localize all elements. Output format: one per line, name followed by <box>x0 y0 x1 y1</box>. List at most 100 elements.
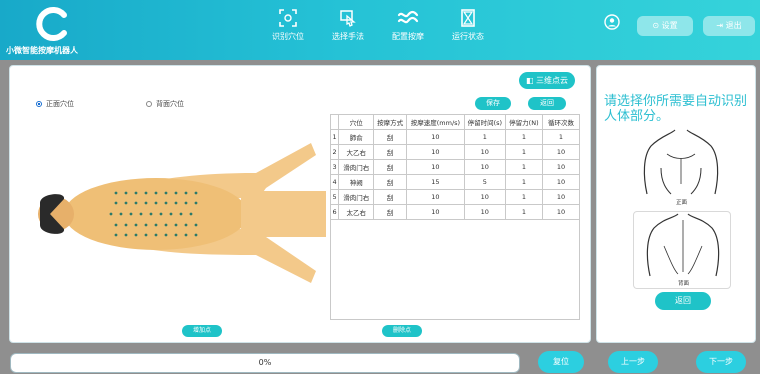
table-cell: 1 <box>504 174 543 190</box>
table-header-row: 穴位 按摩方式 按摩速度(mm/s) 停留时间(s) 停留力(N) 循环次数 <box>329 114 581 130</box>
table-cell: 刮 <box>373 189 408 205</box>
torso <box>64 178 248 250</box>
table-cell: 神阙 <box>338 174 375 190</box>
nav-label: 配置按摩 <box>392 32 424 41</box>
prev-step-button[interactable]: 上一步 <box>608 351 658 373</box>
next-step-button[interactable]: 下一步 <box>696 351 746 373</box>
front-body-option[interactable]: 正面 <box>631 128 731 208</box>
settings-button[interactable]: ⊙ 设置 <box>637 16 693 36</box>
point-cloud-3d-button[interactable]: ◧ 三维点云 <box>519 72 575 89</box>
table-header <box>329 114 340 130</box>
table-cell: 4 <box>329 174 340 190</box>
nav-select-technique[interactable]: 选择手法 <box>318 4 378 56</box>
app-logo-icon <box>36 7 67 41</box>
table-cell: 10 <box>541 204 581 220</box>
nav-label: 运行状态 <box>452 32 484 41</box>
body-part-prompt: 请选择你所需要自动识别人体部分。 <box>604 94 748 124</box>
right-return-button[interactable]: 返回 <box>655 292 711 310</box>
table-cell: 1 <box>463 129 506 145</box>
table-cell: 2 <box>329 144 340 160</box>
nav-configure-massage[interactable]: 配置按摩 <box>378 4 438 56</box>
table-header: 停留力(N) <box>504 114 543 130</box>
return-button[interactable]: 返回 <box>528 97 566 110</box>
progress-bar: 0% <box>10 353 520 373</box>
back-torso-icon <box>646 213 720 277</box>
add-point-button[interactable]: 增加点 <box>182 325 222 337</box>
table-cell: 刮 <box>373 159 408 175</box>
table-cell: 5 <box>329 189 340 205</box>
table-cell: 3 <box>329 159 340 175</box>
radio-selected-icon <box>36 101 42 107</box>
progress-value: 0% <box>258 358 272 367</box>
hand-touch-icon <box>340 10 356 27</box>
table-cell: 10 <box>406 159 465 175</box>
top-bar: 小微智能按摩机器人 识别穴位 选择手法 配置按摩 运行状态 ⊙ 设置 ⇥ 退出 <box>0 0 760 60</box>
logout-icon: ⇥ <box>716 21 724 30</box>
radio-front-acupoints[interactable]: 正面穴位 <box>36 99 74 109</box>
hourglass-icon <box>461 9 475 27</box>
settings-icon: ⊙ <box>652 21 660 30</box>
table-cell: 滑肉门右 <box>338 159 375 175</box>
table-cell: 1 <box>504 144 543 160</box>
table-cell: 1 <box>504 189 543 205</box>
acupoint-scan-icon <box>279 9 297 27</box>
nav-run-status[interactable]: 运行状态 <box>438 4 498 56</box>
delete-point-button[interactable]: 删除点 <box>382 325 422 337</box>
table-header: 穴位 <box>338 114 375 130</box>
point-cloud-3d-label: 三维点云 <box>536 76 569 85</box>
table-row[interactable]: 1 肺俞 刮 10 1 1 1 <box>329 129 581 145</box>
table-cell: 刮 <box>373 174 408 190</box>
table-cell: 10 <box>541 144 581 160</box>
table-cell: 5 <box>463 174 506 190</box>
table-row[interactable]: 4 神阙 刮 15 5 1 10 <box>329 174 581 190</box>
wave-icon <box>397 10 419 24</box>
acupoint-table: 穴位 按摩方式 按摩速度(mm/s) 停留时间(s) 停留力(N) 循环次数 1… <box>329 114 581 220</box>
table-cell: 刮 <box>373 204 408 220</box>
table-cell: 太乙右 <box>338 204 375 220</box>
table-cell: 10 <box>463 204 506 220</box>
table-row[interactable]: 6 太乙右 刮 10 10 1 10 <box>329 204 581 220</box>
brand-name: 小微智能按摩机器人 <box>6 46 78 55</box>
save-button[interactable]: 保存 <box>475 97 511 110</box>
table-cell: 刮 <box>373 144 408 160</box>
table-cell: 10 <box>541 174 581 190</box>
nav-label: 选择手法 <box>332 32 364 41</box>
table-cell: 肺俞 <box>338 129 375 145</box>
back-label: 背面 <box>678 281 690 287</box>
radio-front-label: 正面穴位 <box>46 100 74 108</box>
table-cell: 1 <box>541 129 581 145</box>
table-cell: 15 <box>406 174 465 190</box>
table-header: 停留时间(s) <box>463 114 506 130</box>
table-cell: 10 <box>406 129 465 145</box>
cube-icon: ◧ <box>525 76 534 85</box>
radio-unselected-icon <box>146 101 152 107</box>
reset-button[interactable]: 复位 <box>538 351 584 373</box>
table-cell: 滑肉门右 <box>338 189 375 205</box>
radio-back-label: 背面穴位 <box>156 100 184 108</box>
table-header: 按摩方式 <box>373 114 408 130</box>
table-row[interactable]: 3 滑肉门右 刮 10 10 1 10 <box>329 159 581 175</box>
nav-label: 识别穴位 <box>272 32 304 41</box>
table-cell: 1 <box>504 159 543 175</box>
table-cell: 10 <box>541 159 581 175</box>
table-cell: 10 <box>406 144 465 160</box>
table-cell: 刮 <box>373 129 408 145</box>
user-avatar-icon[interactable] <box>604 14 620 30</box>
table-cell: 10 <box>406 189 465 205</box>
table-cell: 1 <box>329 129 340 145</box>
table-cell: 1 <box>504 129 543 145</box>
table-cell: 10 <box>463 144 506 160</box>
nav-recognize-acupoints[interactable]: 识别穴位 <box>258 4 318 56</box>
radio-back-acupoints[interactable]: 背面穴位 <box>146 99 184 109</box>
table-header: 按摩速度(mm/s) <box>406 114 465 130</box>
table-cell: 6 <box>329 204 340 220</box>
body-acupoint-image <box>26 133 326 293</box>
table-row[interactable]: 5 滑肉门右 刮 10 10 1 10 <box>329 189 581 205</box>
table-header: 循环次数 <box>541 114 581 130</box>
logout-button[interactable]: ⇥ 退出 <box>703 16 755 36</box>
table-cell: 10 <box>463 159 506 175</box>
table-row[interactable]: 2 大乙右 刮 10 10 1 10 <box>329 144 581 160</box>
back-body-option[interactable]: 背面 <box>633 211 731 289</box>
table-cell: 1 <box>504 204 543 220</box>
logout-label: 退出 <box>725 21 742 30</box>
